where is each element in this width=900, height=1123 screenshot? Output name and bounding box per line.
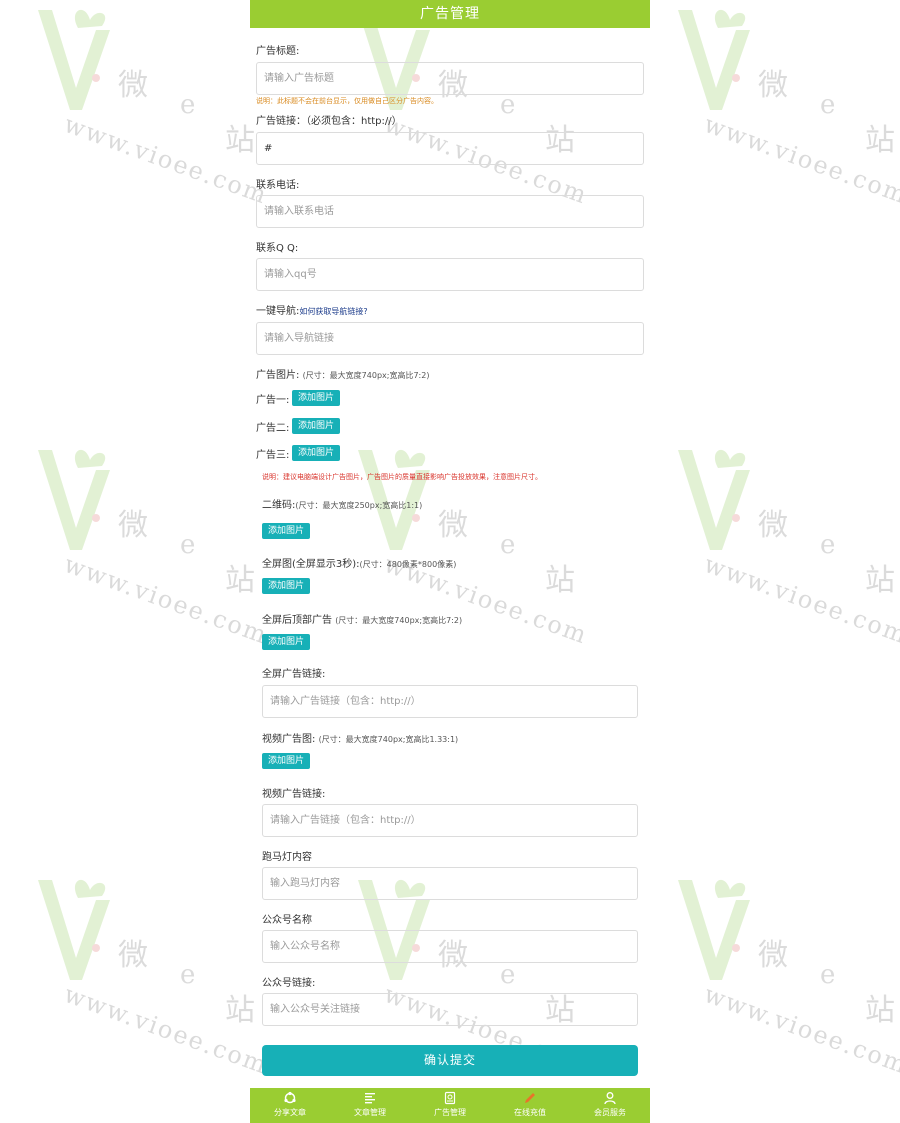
video-ad-label: 视频广告图: (尺寸：最大宽度740px;宽高比1.33:1) — [262, 730, 458, 745]
watermark-char: 微 — [758, 68, 788, 103]
qrcode-label-text: 二维码: — [262, 500, 296, 511]
video-link-input[interactable] — [262, 804, 638, 837]
ad-link-label: 广告链接：（必须包含：http://） — [256, 116, 402, 127]
leaf-logo-icon — [38, 449, 110, 550]
watermark-url: www.vioee.com — [60, 550, 272, 650]
leaf-logo-icon — [38, 879, 110, 980]
fullscreen-add-image-button[interactable]: 添加图片 — [262, 578, 311, 594]
tab-label: 文章管理 — [354, 1108, 386, 1117]
watermark-char: e — [820, 960, 836, 990]
qrcode-add-image-button[interactable]: 添加图片 — [262, 523, 311, 539]
top-ad-add-image-button[interactable]: 添加图片 — [262, 634, 311, 650]
watermark-char: 站 — [865, 123, 895, 158]
account-name-input[interactable] — [262, 930, 638, 963]
page-title: 广告管理 — [250, 0, 650, 28]
video-link-label: 视频广告链接: — [262, 789, 326, 800]
watermark-url: www.vioee.com — [60, 110, 272, 210]
image-note: 说明：建议电脑端设计广告图片，广告图片的质量直接影响广告投放效果，注意图片尺寸。 — [262, 473, 542, 481]
phone-screen: 广告管理 广告标题: 说明：此标题不会在前台显示，仅用做自己区分广告内容。 广告… — [250, 0, 650, 1123]
leaf-logo-icon — [678, 9, 750, 110]
leaf-logo-icon — [678, 449, 750, 550]
ad1-add-image-button[interactable]: 添加图片 — [292, 390, 341, 406]
account-link-input[interactable] — [262, 993, 638, 1026]
watermark-char: e — [180, 960, 196, 990]
watermark: 微 e 站 www.vioee.com — [670, 870, 900, 1080]
watermark: 微 e 站 www.vioee.com — [670, 0, 900, 210]
tab-label: 在线充值 — [514, 1108, 546, 1117]
ad-image-label: 广告图片: (尺寸：最大宽度740px;宽高比7:2) — [256, 366, 429, 381]
watermark-char: 微 — [758, 508, 788, 543]
ad-title-label: 广告标题: — [256, 46, 300, 57]
ad3-add-image-button[interactable]: 添加图片 — [292, 445, 341, 461]
nav-label-text: 一键导航: — [256, 306, 300, 317]
fullscreen-size-hint: (尺寸：480像素*800像素) — [359, 560, 457, 569]
ad-title-input[interactable] — [256, 62, 644, 95]
watermark-char: 微 — [758, 938, 788, 973]
watermark-char: e — [820, 90, 836, 120]
tab-article-manage[interactable]: 文章管理 — [330, 1088, 410, 1123]
watermark-char: 站 — [865, 993, 895, 1028]
nav-label: 一键导航:如何获取导航链接? — [256, 302, 368, 317]
watermark-char: e — [180, 530, 196, 560]
watermark-url: www.vioee.com — [700, 980, 900, 1080]
watermark-char: 微 — [118, 508, 148, 543]
watermark-url: www.vioee.com — [700, 550, 900, 650]
ad-image-label-text: 广告图片: — [256, 370, 300, 381]
marquee-label: 跑马灯内容 — [262, 852, 312, 863]
top-ad-label-text: 全屏后顶部广告 — [262, 615, 332, 626]
qq-input[interactable] — [256, 258, 644, 291]
ad3-label: 广告三: — [256, 450, 290, 461]
watermark: 微 e 站 www.vioee.com — [670, 440, 900, 650]
ad-icon — [410, 1091, 490, 1107]
fullscreen-link-label: 全屏广告链接: — [262, 669, 326, 680]
tab-ad-manage[interactable]: 广告管理 — [410, 1088, 490, 1123]
watermark-char: 站 — [865, 563, 895, 598]
fullscreen-label-text: 全屏图(全屏显示3秒): — [262, 559, 360, 570]
ad-title-note: 说明：此标题不会在前台显示，仅用做自己区分广告内容。 — [256, 97, 438, 105]
video-ad-label-text: 视频广告图: — [262, 734, 316, 745]
tab-member-service[interactable]: 会员服务 — [570, 1088, 650, 1123]
video-ad-add-image-button[interactable]: 添加图片 — [262, 753, 311, 769]
ad2-label: 广告二: — [256, 423, 290, 434]
tab-share-article[interactable]: 分享文章 — [250, 1088, 330, 1123]
fullscreen-label: 全屏图(全屏显示3秒):(尺寸：480像素*800像素) — [262, 555, 456, 570]
share-icon — [250, 1091, 330, 1107]
list-icon — [330, 1091, 410, 1107]
bottom-tab-bar: 分享文章 文章管理 广告管理 在线充值 会员服务 — [250, 1088, 650, 1123]
top-ad-size-hint: (尺寸：最大宽度740px;宽高比7:2) — [335, 616, 463, 625]
account-name-label: 公众号名称 — [262, 915, 312, 926]
watermark-char: e — [820, 530, 836, 560]
nav-input[interactable] — [256, 322, 644, 355]
nav-help-link[interactable]: 如何获取导航链接? — [299, 307, 367, 316]
top-ad-label: 全屏后顶部广告 (尺寸：最大宽度740px;宽高比7:2) — [262, 611, 462, 626]
leaf-logo-icon — [38, 9, 110, 110]
leaf-logo-icon — [678, 879, 750, 980]
tab-label: 会员服务 — [594, 1108, 626, 1117]
watermark-char: 微 — [118, 68, 148, 103]
tab-label: 分享文章 — [274, 1108, 306, 1117]
account-link-label: 公众号链接: — [262, 978, 316, 989]
video-ad-size-hint: (尺寸：最大宽度740px;宽高比1.33:1) — [318, 735, 459, 744]
ad1-label: 广告一: — [256, 395, 290, 406]
submit-button[interactable]: 确认提交 — [262, 1045, 638, 1076]
watermark-url: www.vioee.com — [700, 110, 900, 210]
phone-label: 联系电话: — [256, 180, 300, 191]
watermark-url: www.vioee.com — [60, 980, 272, 1080]
tab-label: 广告管理 — [434, 1108, 466, 1117]
watermark-char: 微 — [118, 938, 148, 973]
ad-image-size-hint: (尺寸：最大宽度740px;宽高比7:2) — [302, 371, 430, 380]
phone-input[interactable] — [256, 195, 644, 228]
user-icon — [570, 1091, 650, 1107]
qq-label: 联系Q Q: — [256, 243, 299, 254]
watermark-char: e — [180, 90, 196, 120]
ad-link-input[interactable] — [256, 132, 644, 165]
ad2-add-image-button[interactable]: 添加图片 — [292, 418, 341, 434]
fullscreen-link-input[interactable] — [262, 685, 638, 718]
tab-online-recharge[interactable]: 在线充值 — [490, 1088, 570, 1123]
qrcode-size-hint: (尺寸：最大宽度250px;宽高比1:1) — [295, 501, 423, 510]
qrcode-label: 二维码:(尺寸：最大宽度250px;宽高比1:1) — [262, 496, 422, 511]
marquee-input[interactable] — [262, 867, 638, 900]
pencil-icon — [490, 1091, 570, 1107]
